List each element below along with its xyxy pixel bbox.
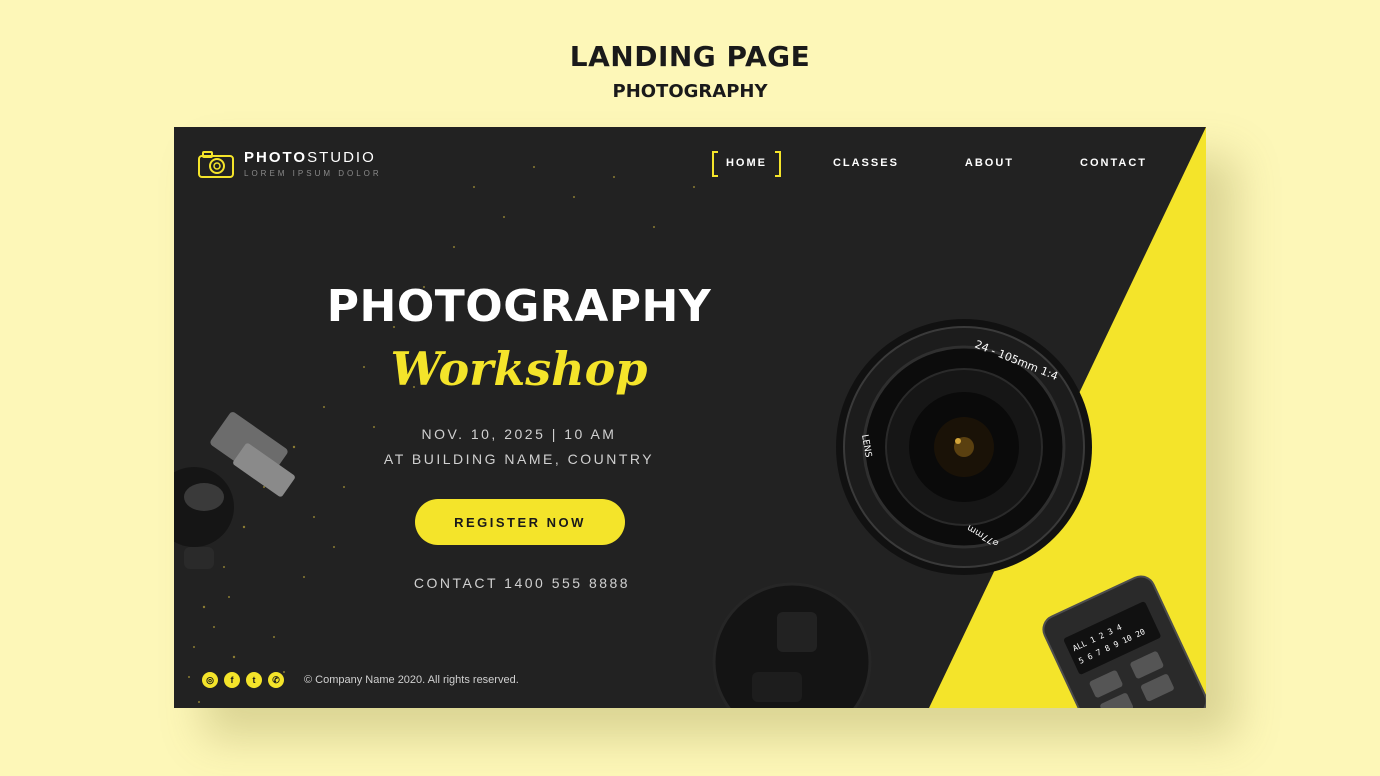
flash-trigger-image: ALL 1 2 3 4 5 6 7 8 9 10 20 <box>1042 575 1206 708</box>
register-now-button[interactable]: REGISTER NOW <box>415 499 625 545</box>
nav-item-home[interactable]: HOME <box>711 151 781 177</box>
brand-name-light: STUDIO <box>307 149 376 166</box>
page-subtitle: PHOTOGRAPHY <box>612 81 768 102</box>
hero-script-title: Workshop <box>390 342 648 396</box>
whatsapp-icon[interactable]: ✆ <box>268 672 284 688</box>
footer: ◎ f t ✆ © Company Name 2020. All rights … <box>202 672 519 688</box>
lens-cap-image <box>712 582 872 708</box>
brand-tagline: LOREM IPSUM DOLOR <box>244 169 382 178</box>
instagram-icon[interactable]: ◎ <box>202 672 218 688</box>
landing-mockup: 24 - 105mm 1:4 LENS ⌀77mm ALL 1 2 3 4 5 … <box>174 127 1206 708</box>
hero-title: PHOTOGRAPHY <box>326 281 712 332</box>
nav-item-classes[interactable]: CLASSES <box>819 155 913 171</box>
nav-item-contact[interactable]: CONTACT <box>1066 155 1161 171</box>
twitter-icon[interactable]: t <box>246 672 262 688</box>
camera-lens-image: 24 - 105mm 1:4 LENS ⌀77mm <box>836 319 1092 575</box>
page-heading: LANDING PAGE PHOTOGRAPHY <box>0 40 1380 102</box>
copyright-text: © Company Name 2020. All rights reserved… <box>304 674 519 686</box>
brand-logo[interactable]: PHOTOSTUDIO LOREM IPSUM DOLOR <box>198 149 382 178</box>
camera-icon <box>198 150 234 178</box>
page-title: LANDING PAGE <box>569 40 811 73</box>
event-location: AT BUILDING NAME, COUNTRY <box>383 451 655 467</box>
event-date: NOV. 10, 2025 | 10 AM <box>421 426 617 442</box>
brand-name-bold: PHOTO <box>244 149 308 166</box>
nav-item-about[interactable]: ABOUT <box>951 155 1028 171</box>
main-nav: HOME CLASSES ABOUT CONTACT <box>674 151 1161 177</box>
contact-phone: CONTACT 1400 555 8888 <box>413 575 631 591</box>
facebook-icon[interactable]: f <box>224 672 240 688</box>
